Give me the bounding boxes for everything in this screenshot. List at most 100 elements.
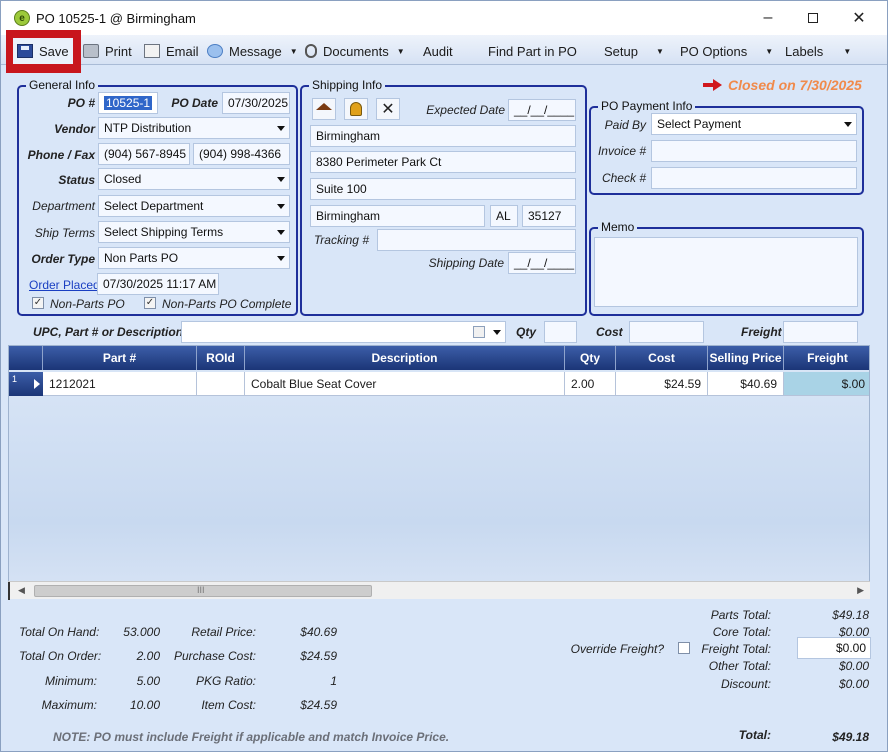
print-button[interactable]: Print — [83, 36, 132, 66]
ship-zip-field[interactable]: 35127 — [522, 205, 576, 227]
ship-state-field[interactable]: AL — [490, 205, 518, 227]
documents-button[interactable]: Documents ▼ — [305, 36, 405, 66]
email-button[interactable]: Email — [144, 36, 199, 66]
row-indicator[interactable]: 1 — [9, 372, 43, 396]
col-selling-price[interactable]: Selling Price — [708, 346, 784, 370]
cell-freight[interactable]: $.00 — [784, 372, 869, 396]
status-select[interactable]: Closed — [98, 168, 290, 190]
cell-part-number[interactable]: 1212021 — [43, 372, 197, 396]
tracking-field[interactable] — [377, 229, 576, 251]
retail-price-value: $40.69 — [300, 625, 337, 639]
order-type-select[interactable]: Non Parts PO — [98, 247, 290, 269]
cell-cost[interactable]: $24.59 — [616, 372, 708, 396]
upc-search-input[interactable] — [181, 321, 506, 343]
close-icon[interactable]: ✕ — [844, 7, 874, 29]
cost-input[interactable] — [629, 321, 704, 343]
ship-city-field[interactable]: Birmingham — [310, 205, 485, 227]
paid-by-select[interactable]: Select Payment — [651, 113, 857, 135]
freight-input[interactable] — [783, 321, 858, 343]
chevron-down-icon — [844, 122, 852, 127]
ship-terms-label: Ship Terms — [34, 226, 95, 240]
po-window: e PO 10525-1 @ Birmingham – ✕ Save Print… — [0, 0, 888, 752]
check-field[interactable] — [651, 167, 857, 189]
home-icon[interactable] — [312, 98, 336, 120]
paid-by-label: Paid By — [604, 118, 646, 132]
chevron-down-icon — [277, 204, 285, 209]
vendor-value: NTP Distribution — [104, 121, 192, 135]
department-select[interactable]: Select Department — [98, 195, 290, 217]
order-placed-field[interactable]: 07/30/2025 11:17 AM — [97, 273, 219, 295]
total-label: Total: — [738, 728, 771, 742]
horizontal-scrollbar[interactable]: ◀ III ▶ — [8, 581, 870, 600]
find-part-button[interactable]: Find Part in PO — [488, 36, 577, 66]
cell-qty[interactable]: 2.00 — [565, 372, 616, 396]
maximize-icon[interactable] — [798, 7, 828, 29]
email-label: Email — [166, 43, 199, 59]
general-info-title: General Info — [26, 78, 99, 92]
col-qty[interactable]: Qty — [565, 346, 616, 370]
save-button[interactable]: Save — [13, 38, 73, 64]
shipping-date-field[interactable]: __/__/____ — [508, 252, 576, 274]
po-number-field[interactable]: 10525-1 — [98, 92, 158, 114]
total-on-hand-value: 53.000 — [123, 625, 160, 639]
phone-fax-label: Phone / Fax — [27, 148, 95, 162]
maximum-label: Maximum: — [41, 698, 97, 712]
qty-input[interactable] — [544, 321, 577, 343]
non-parts-complete-checkbox[interactable]: ✓ — [144, 297, 156, 309]
clear-x-icon[interactable]: ✕ — [376, 98, 400, 120]
phone-field[interactable]: (904) 567-8945 — [98, 143, 190, 165]
audit-button[interactable]: Audit — [423, 36, 453, 66]
expected-date-field[interactable]: __/__/____ — [508, 99, 576, 121]
search-option-checkbox[interactable] — [473, 326, 485, 338]
total-on-order-label: Total On Order: — [19, 649, 102, 663]
setup-menu[interactable]: Setup ▼ — [604, 36, 664, 66]
labels-label: Labels — [785, 43, 824, 59]
col-roid[interactable]: ROId — [197, 346, 245, 370]
shipping-date-label: Shipping Date — [428, 256, 504, 270]
table-row[interactable]: 1 1212021 Cobalt Blue Seat Cover 2.00 $2… — [9, 372, 869, 396]
payment-info-title: PO Payment Info — [598, 99, 696, 113]
chevron-down-icon — [277, 126, 285, 131]
scroll-thumb[interactable]: III — [34, 585, 372, 597]
person-icon[interactable] — [344, 98, 368, 120]
ship-address2-field[interactable]: Suite 100 — [310, 178, 576, 200]
status-value: Closed — [104, 172, 142, 186]
printer-icon — [83, 44, 99, 58]
col-part-number[interactable]: Part # — [43, 346, 197, 370]
col-description[interactable]: Description — [245, 346, 565, 370]
chevron-down-icon: ▼ — [289, 46, 298, 56]
ship-address1-field[interactable]: 8380 Perimeter Park Ct — [310, 151, 576, 173]
po-options-menu[interactable]: PO Options ▼ — [680, 36, 773, 66]
ship-terms-select[interactable]: Select Shipping Terms — [98, 221, 290, 243]
order-placed-link[interactable]: Order Placed — [29, 278, 100, 292]
col-freight[interactable]: Freight — [784, 346, 869, 370]
freight-total-field[interactable]: $0.00 — [797, 637, 871, 659]
fax-field[interactable]: (904) 998-4366 — [193, 143, 290, 165]
chevron-down-icon — [277, 230, 285, 235]
cell-selling-price[interactable]: $40.69 — [708, 372, 784, 396]
memo-textarea[interactable] — [594, 237, 858, 307]
vendor-select[interactable]: NTP Distribution — [98, 117, 290, 139]
status-banner-text: Closed on 7/30/2025 — [728, 77, 862, 93]
message-button[interactable]: Message ▼ — [207, 36, 298, 66]
ship-name-field[interactable]: Birmingham — [310, 125, 576, 147]
scroll-right-icon[interactable]: ▶ — [857, 585, 864, 596]
cell-description[interactable]: Cobalt Blue Seat Cover — [245, 372, 565, 396]
discount-value: $0.00 — [838, 677, 869, 691]
ship-terms-value: Select Shipping Terms — [104, 225, 224, 239]
non-parts-po-checkbox[interactable]: ✓ — [32, 297, 44, 309]
invoice-field[interactable] — [651, 140, 857, 162]
labels-menu[interactable]: Labels ▼ — [785, 36, 851, 66]
maximum-value: 10.00 — [129, 698, 160, 712]
tracking-label: Tracking # — [313, 233, 369, 247]
col-cost[interactable]: Cost — [616, 346, 708, 370]
minimize-icon[interactable]: – — [753, 7, 783, 29]
window-title: PO 10525-1 @ Birmingham — [36, 10, 196, 26]
po-date-field[interactable]: 07/30/2025 — [222, 92, 290, 114]
po-date-label: PO Date — [171, 96, 218, 110]
cell-roid[interactable] — [197, 372, 245, 396]
non-parts-po-label: Non-Parts PO — [50, 297, 125, 311]
pkg-ratio-label: PKG Ratio: — [195, 674, 256, 688]
department-value: Select Department — [104, 199, 204, 213]
scroll-left-icon[interactable]: ◀ — [18, 585, 25, 596]
